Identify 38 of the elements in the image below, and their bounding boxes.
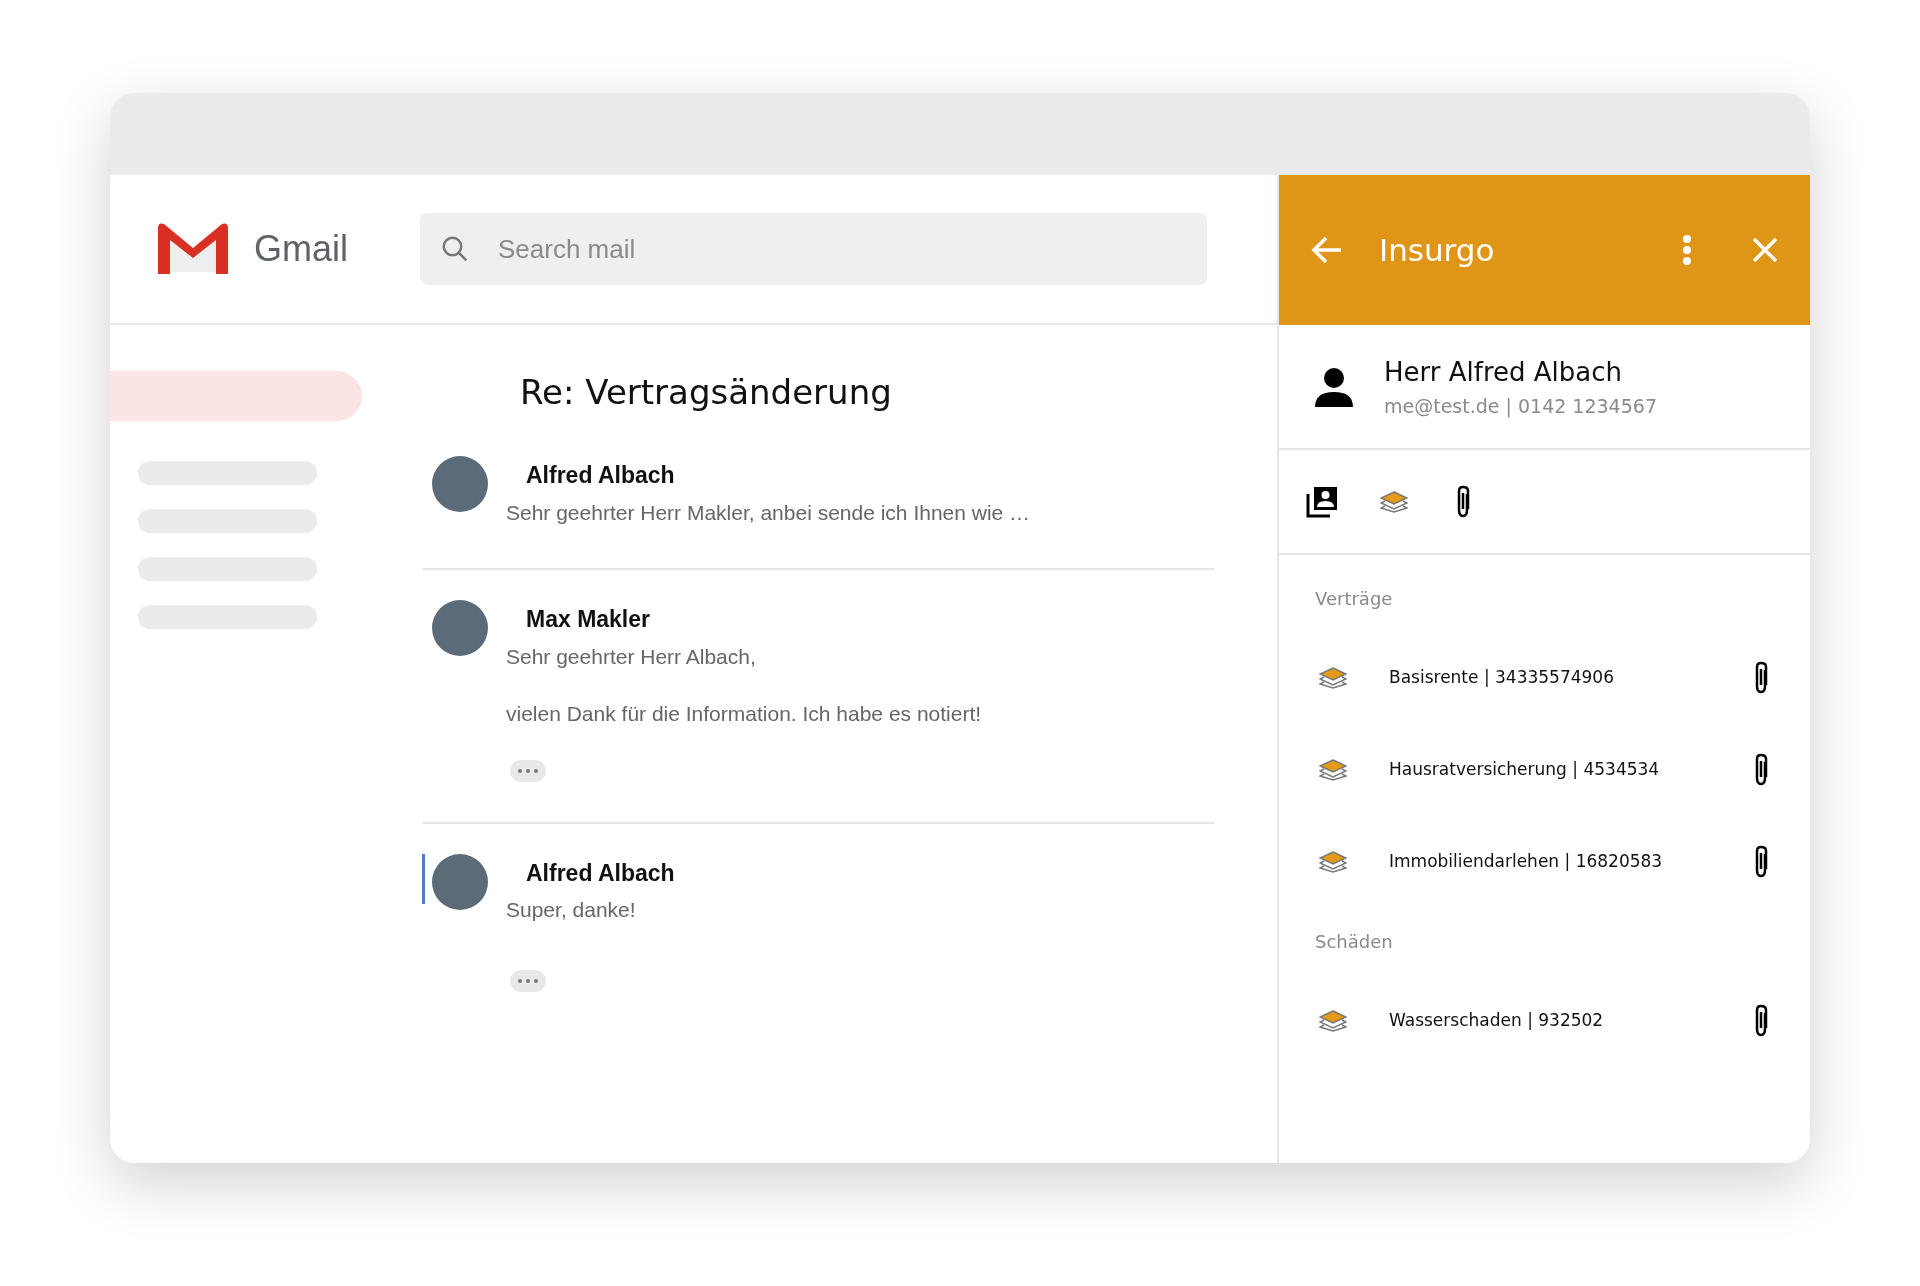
contract-link[interactable]: Basisrente | 34335574906 [1389,665,1614,691]
layers-icon [1319,1010,1347,1032]
avatar [432,456,488,512]
gmail-wordmark: Gmail [254,227,348,271]
layers-icon [1319,851,1347,873]
contact-name: Herr Alfred Albach [1384,355,1623,389]
sender-name: Alfred Albach [525,461,676,490]
email-subject: Re: Vertragsänderung [520,371,893,414]
more-options-icon[interactable] [1682,235,1692,265]
section-heading: Schäden [1315,930,1394,954]
person-icon [1314,366,1354,407]
contract-link[interactable]: Immobiliendarlehen | 16820583 [1389,849,1663,875]
contract-link[interactable]: Wasserschaden | 932502 [1389,1008,1604,1034]
message-text: Sehr geehrter Herr Makler, anbei sende ich Ihnen wie … [506,499,1031,526]
show-trimmed-content-button[interactable] [510,969,546,992]
sender-name: Max Makler [525,605,651,634]
ellipsis-icon [518,978,538,983]
search-input: Search mail [498,229,1098,269]
search-field[interactable]: Search mail [420,213,1207,285]
message-text: Sehr geehrter Herr Albach, [506,643,757,670]
gmail-logo-icon [158,222,228,276]
close-icon[interactable] [1752,237,1778,263]
back-arrow-icon[interactable] [1311,235,1343,265]
message-text: vielen Dank für die Information. Ich habe es notiert! [506,701,982,727]
contacts-icon[interactable] [1306,485,1338,518]
avatar [432,600,488,656]
section-heading: Verträge [1315,587,1394,611]
sender-name: Alfred Albach [525,858,675,888]
addon-title: Insurgo [1379,230,1495,270]
layers-icon [1319,667,1347,689]
layers-icon [1319,759,1347,781]
contact-details: me@test.de | 0142 1234567 [1384,393,1657,420]
layers-icon[interactable] [1380,490,1408,513]
show-trimmed-content-button[interactable] [510,759,546,782]
ellipsis-icon [518,768,538,773]
search-icon [440,234,470,264]
message-text: Super, danke! [506,897,637,923]
contract-link[interactable]: Hausratversicherung | 4534534 [1389,757,1660,783]
